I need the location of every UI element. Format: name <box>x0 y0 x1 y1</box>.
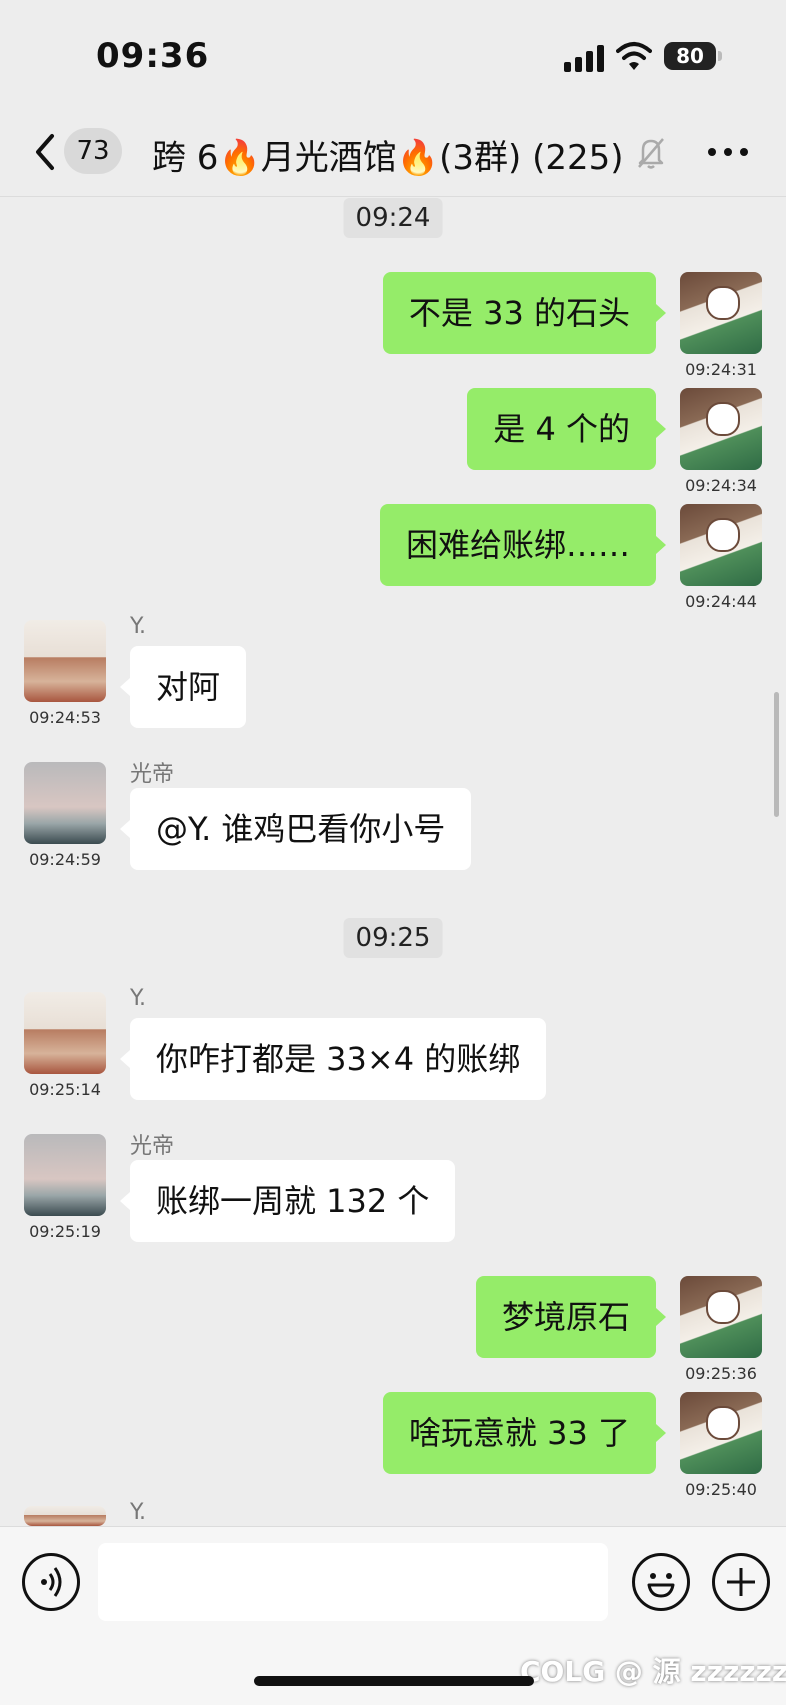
message-time: 09:24:34 <box>685 476 757 495</box>
message-time: 09:24:59 <box>29 850 101 869</box>
time-divider: 09:24 <box>343 198 443 238</box>
sender-name: 光帝 <box>130 1134 175 1159</box>
message-time: 09:25:19 <box>29 1222 101 1241</box>
message-bubble-outgoing[interactable]: 是 4 个的 <box>467 388 666 470</box>
home-indicator[interactable] <box>254 1676 534 1686</box>
bell-slash-icon <box>636 136 666 170</box>
sender-name: 光帝 <box>130 762 175 787</box>
voice-icon[interactable] <box>22 1553 80 1611</box>
message-bubble-outgoing[interactable]: 啥玩意就 33 了 <box>382 1392 667 1474</box>
message-bubble-incoming[interactable]: @Y. 谁鸡巴看你小号 <box>119 788 472 870</box>
message-time: 09:24:31 <box>685 360 757 379</box>
chat-title[interactable]: 跨 6🔥月光酒馆🔥(3群) (225) <box>152 130 624 179</box>
avatar[interactable] <box>680 1392 762 1474</box>
plus-icon[interactable] <box>712 1553 770 1611</box>
message-bubble-outgoing[interactable]: 困难给账绑…… <box>379 504 667 586</box>
sender-name: Y. <box>130 614 146 639</box>
message-bubble-incoming[interactable]: 你咋打都是 33×4 的账绑 <box>119 1018 547 1100</box>
more-icon[interactable] <box>708 148 748 158</box>
avatar[interactable] <box>680 1276 762 1358</box>
message-time: 09:24:44 <box>685 592 757 611</box>
sender-name: Y. <box>130 986 146 1011</box>
avatar[interactable] <box>24 1134 106 1216</box>
message-time: 09:25:36 <box>685 1364 757 1383</box>
message-bubble-incoming[interactable]: 对阿 <box>119 646 247 728</box>
message-time: 09:25:14 <box>29 1080 101 1099</box>
avatar[interactable] <box>24 620 106 702</box>
message-time: 09:25:40 <box>685 1480 757 1499</box>
avatar[interactable] <box>680 504 762 586</box>
battery-indicator: 80 <box>664 42 722 70</box>
unread-count-badge[interactable]: 73 <box>64 128 122 174</box>
status-bar: 09:36 80 <box>0 0 786 110</box>
sender-name: Y. <box>130 1500 146 1525</box>
chat-header: 73 跨 6🔥月光酒馆🔥(3群) (225) <box>0 110 786 197</box>
avatar[interactable] <box>24 762 106 844</box>
status-time: 09:36 <box>96 36 210 76</box>
avatar[interactable] <box>24 1506 106 1526</box>
watermark: COLG @ 源 zzzzzzz <box>520 1655 786 1688</box>
chevron-left-icon[interactable] <box>30 132 60 172</box>
emoji-icon[interactable] <box>632 1553 690 1611</box>
scrollbar[interactable] <box>774 692 779 817</box>
avatar[interactable] <box>680 272 762 354</box>
avatar[interactable] <box>680 388 762 470</box>
avatar[interactable] <box>24 992 106 1074</box>
signal-icon <box>564 44 606 72</box>
message-input[interactable] <box>98 1543 608 1621</box>
message-bubble-outgoing[interactable]: 梦境原石 <box>475 1276 667 1358</box>
message-bubble-outgoing[interactable]: 不是 33 的石头 <box>382 272 667 354</box>
time-divider: 09:25 <box>343 918 443 958</box>
wifi-icon <box>616 40 652 72</box>
message-bubble-incoming[interactable]: 账绑一周就 132 个 <box>119 1160 456 1242</box>
message-time: 09:24:53 <box>29 708 101 727</box>
